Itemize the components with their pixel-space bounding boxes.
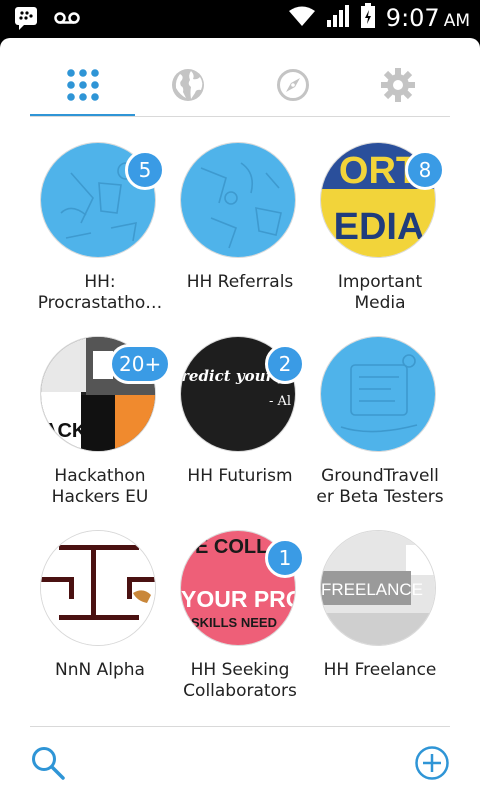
- group-name-line: NnN Alpha: [55, 660, 145, 680]
- group-name: HH Referrals: [165, 272, 315, 293]
- photo-text: - Al: [269, 394, 291, 409]
- group-avatar: [320, 336, 436, 452]
- photo-text: FREELANCE: [321, 580, 423, 599]
- group-name-line: Hackathon: [54, 466, 146, 486]
- group-name-line: Media: [354, 293, 406, 313]
- photo-text: EDIA: [334, 206, 425, 248]
- group-name: Important Media: [305, 272, 455, 314]
- group-name-line: Hackers EU: [51, 487, 149, 507]
- group-name: HH: Procrastatho…: [25, 272, 175, 314]
- group-name: HH Futurism: [165, 466, 315, 487]
- unread-badge: 1: [265, 538, 305, 578]
- clock-time: 9:07: [385, 4, 440, 32]
- group-tile-hackathon-hackers[interactable]: ACK 20+ Hackathon Hackers EU: [25, 336, 175, 526]
- group-name-line: Important: [337, 272, 423, 292]
- group-name: Hackathon Hackers EU: [25, 466, 175, 508]
- bottom-divider: [30, 726, 450, 727]
- group-name-line: GroundTravell: [321, 466, 439, 486]
- group-tile-important-media[interactable]: ORT EDIA 8 Important Media: [305, 142, 455, 332]
- wifi-icon: [288, 5, 316, 31]
- group-tile-futurism[interactable]: redict your fut - Al 2 HH Futurism: [165, 336, 315, 526]
- group-tile-freelance[interactable]: FREELANCE HH Freelance: [305, 530, 455, 720]
- group-name: HH Seeking Collaborators: [165, 660, 315, 702]
- compass-icon: [276, 69, 309, 101]
- globe-icon: [171, 69, 204, 101]
- tab-compass[interactable]: [240, 54, 345, 116]
- photo-text: ACK: [43, 420, 87, 442]
- group-tile-procrastathon[interactable]: 5 HH: Procrastatho…: [25, 142, 175, 332]
- group-name-line: HH Seeking: [190, 660, 290, 680]
- grid-icon: [66, 69, 99, 101]
- status-bar: 9:07 AM: [0, 0, 480, 38]
- group-avatar: FREELANCE: [320, 530, 436, 646]
- photo-text: YOUR PRO: [181, 586, 296, 612]
- photo-text: SKILLS NEED: [191, 615, 277, 630]
- unread-badge: 20+: [109, 344, 172, 384]
- group-name-line: HH Futurism: [187, 466, 293, 486]
- group-tile-seeking-collaborators[interactable]: E COLL YOUR PRO SKILLS NEED 1 HH Seeking…: [165, 530, 315, 720]
- tab-bar: [30, 54, 450, 117]
- group-name-line: er Beta Testers: [316, 487, 444, 507]
- group-name-line: HH Referrals: [186, 272, 294, 292]
- gear-icon: [380, 68, 415, 102]
- group-name: GroundTravell er Beta Testers: [305, 466, 455, 508]
- unread-badge: 8: [405, 150, 445, 190]
- unread-badge: 5: [125, 150, 165, 190]
- group-tile-referrals[interactable]: HH Referrals: [165, 142, 315, 332]
- signal-icon: [326, 4, 350, 32]
- group-avatar: [40, 530, 156, 646]
- battery-icon: [360, 3, 376, 33]
- group-name-line: Collaborators: [183, 681, 297, 701]
- search-button[interactable]: [28, 743, 68, 783]
- voicemail-icon: [54, 10, 80, 30]
- search-icon: [32, 747, 65, 780]
- tab-grid[interactable]: [30, 54, 135, 116]
- group-name-line: Procrastatho…: [37, 293, 163, 313]
- group-avatar: [180, 142, 296, 258]
- group-name: HH Freelance: [305, 660, 455, 681]
- add-icon: [415, 746, 449, 780]
- photo-text: E COLL: [195, 536, 268, 558]
- group-name-line: HH:: [84, 272, 116, 292]
- group-name-line: HH Freelance: [323, 660, 437, 680]
- group-tile-groundtraveller[interactable]: GroundTravell er Beta Testers: [305, 336, 455, 526]
- tab-settings[interactable]: [345, 54, 450, 116]
- unread-badge: 2: [265, 344, 305, 384]
- clock: 9:07 AM: [386, 4, 470, 32]
- groups-panel: 5 HH: Procrastatho… HH Referrals ORT EDI…: [0, 38, 480, 800]
- tab-divider: [30, 116, 450, 117]
- bbm-icon: [14, 6, 38, 34]
- tab-globe[interactable]: [135, 54, 240, 116]
- group-name: NnN Alpha: [25, 660, 175, 681]
- clock-ampm: AM: [443, 11, 470, 31]
- group-tile-nnn-alpha[interactable]: NnN Alpha: [25, 530, 175, 720]
- add-group-button[interactable]: [412, 743, 452, 783]
